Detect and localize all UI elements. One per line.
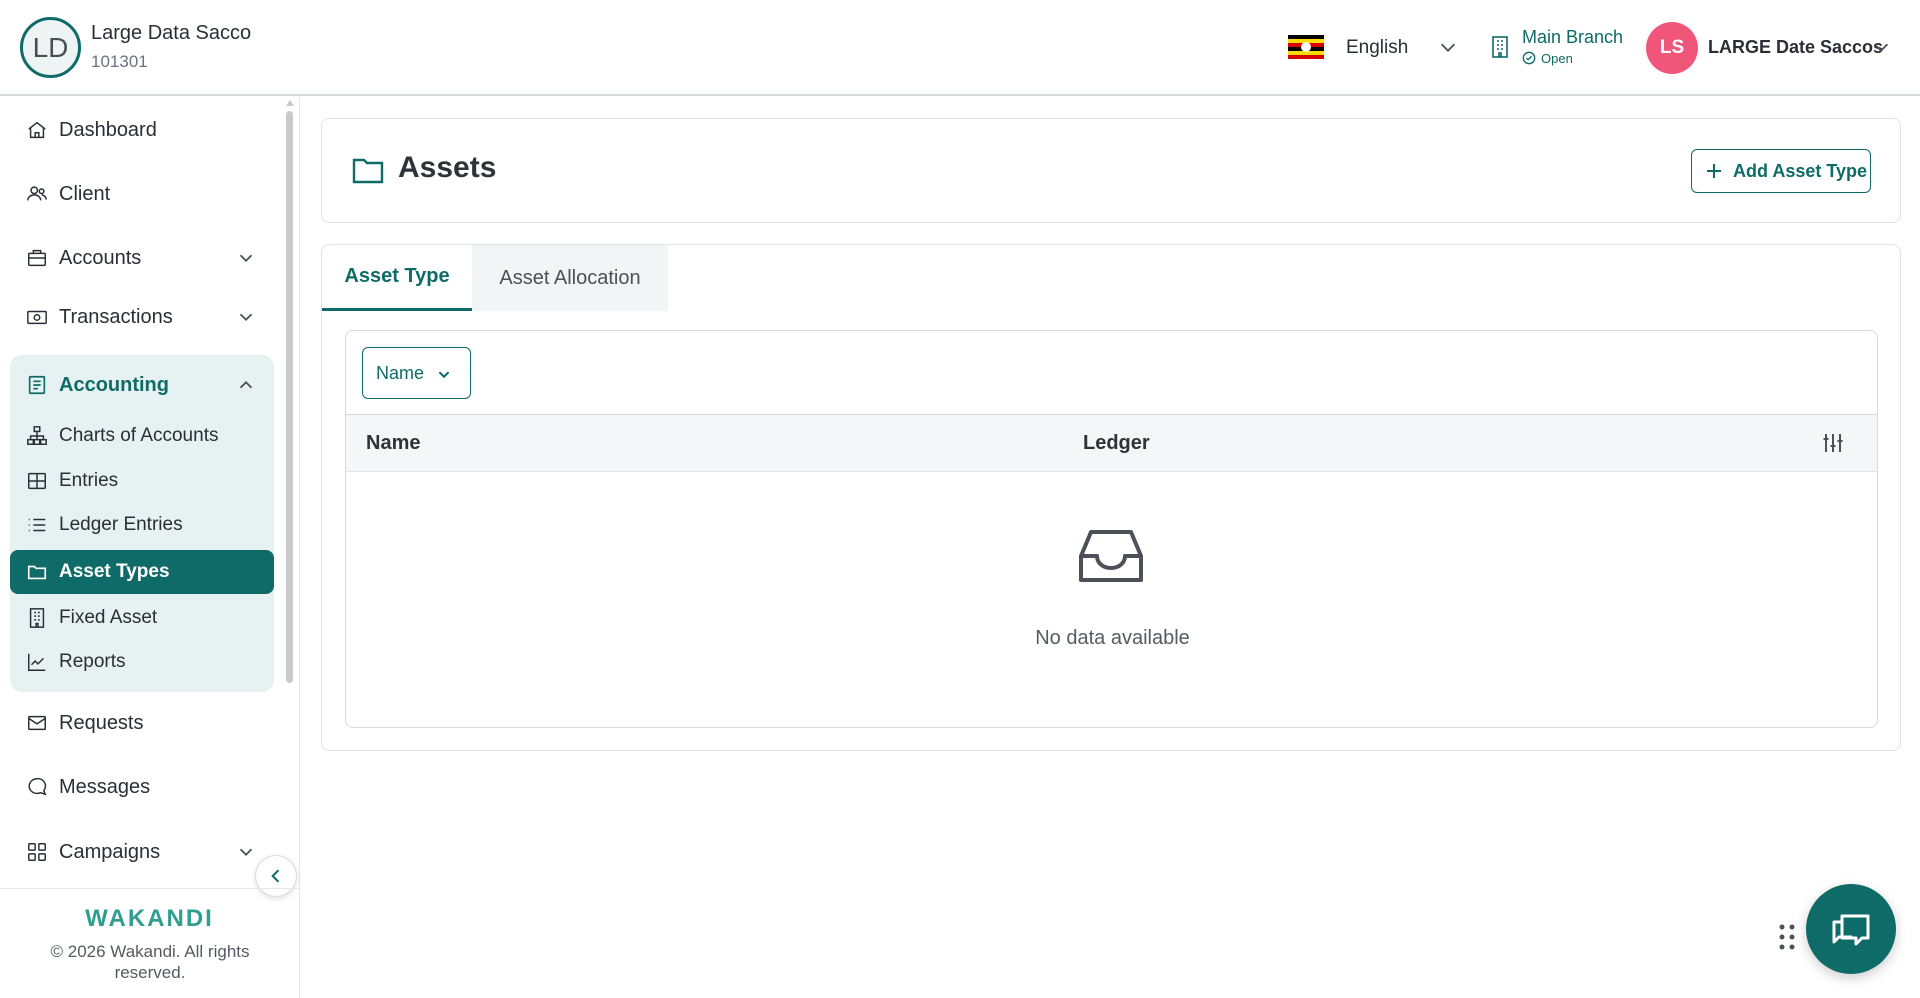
scroll-up-arrow[interactable] [286,100,294,106]
sidebar-subitem-asset-types[interactable]: Asset Types [10,550,274,594]
mail-icon [28,715,46,731]
chevron-left-icon [271,869,280,883]
sidebar-scrollbar[interactable] [286,111,293,683]
add-asset-type-button[interactable]: Add Asset Type [1691,149,1871,193]
chevron-down-icon[interactable] [1870,36,1892,58]
sidebar-item-label: Charts of Accounts [59,425,219,446]
sidebar-item-label: Asset Types [59,561,170,582]
list-icon [28,518,46,532]
plus-icon [1707,164,1721,178]
hierarchy-icon [27,426,47,445]
name-filter-dropdown[interactable]: Name [362,347,471,399]
user-name[interactable]: LARGE Date Saccos [1708,37,1883,58]
chat-bubble-icon [28,778,47,796]
chat-icon [1832,914,1870,946]
column-settings-icon[interactable] [1821,431,1845,455]
sidebar-item-requests[interactable]: Requests [10,701,274,745]
user-avatar[interactable]: LS [1646,22,1698,74]
drag-handle-icon[interactable] [1777,922,1797,952]
sidebar-item-label: Transactions [59,305,173,328]
column-header-ledger[interactable]: Ledger [1083,432,1150,455]
briefcase-icon [28,249,46,267]
add-asset-type-label: Add Asset Type [1733,161,1868,181]
sidebar-item-accounting[interactable]: Accounting [10,363,274,407]
sidebar-item-label: Accounts [59,246,142,269]
sidebar-item-label: Fixed Asset [59,607,158,628]
empty-state-text: No data available [1035,627,1190,649]
wakandi-logo: WAKANDI [85,905,214,932]
sidebar-item-campaigns[interactable]: Campaigns [10,830,274,874]
filter-bar: Name [345,330,1878,415]
sidebar: Dashboard Client Accounts Transactions A… [0,97,300,998]
sidebar-item-dashboard[interactable]: Dashboard [10,108,274,152]
building-icon [1492,36,1508,58]
sidebar-item-label: Reports [59,651,126,672]
org-code: 101301 [91,52,148,71]
sidebar-footer: WAKANDI © 2026 Wakandi. All rights reser… [0,888,299,998]
org-avatar[interactable]: LD [20,17,81,78]
branch-status: Open [1541,51,1573,66]
sidebar-item-label: Messages [59,775,151,798]
chevron-down-icon[interactable] [1437,36,1459,58]
sidebar-item-accounts[interactable]: Accounts [10,236,274,280]
building-icon [29,608,45,628]
ledger-book-icon [28,375,46,395]
tab-asset-type[interactable]: Asset Type [322,245,472,311]
chat-support-button[interactable] [1806,884,1896,974]
uganda-flag-icon[interactable] [1288,35,1324,59]
assets-content-card: Asset Type Asset Allocation Name Name Le… [321,244,1901,751]
chevron-down-icon [438,371,450,379]
branch-name[interactable]: Main Branch [1522,27,1623,48]
folder-icon [27,565,47,580]
top-header: LD Large Data Sacco 101301 English Main … [0,0,1920,96]
sidebar-subitem-fixed-asset[interactable]: Fixed Asset [10,596,274,640]
folder-icon [352,158,384,184]
chevron-up-icon [239,380,253,389]
sidebar-item-label: Entries [59,470,119,491]
check-circle-icon [1522,51,1536,65]
org-name: Large Data Sacco [91,22,252,44]
table-body: No data available [345,472,1878,728]
grid-icon [28,843,46,861]
sidebar-item-label: Accounting [59,373,169,396]
home-icon [28,121,46,139]
empty-inbox-icon [1079,530,1143,582]
page-title: Assets [398,151,497,184]
sidebar-subitem-charts-of-accounts[interactable]: Charts of Accounts [10,414,274,458]
sidebar-subitem-entries[interactable]: Entries [10,459,274,503]
chevron-down-icon [239,848,253,857]
sidebar-item-label: Dashboard [59,118,157,141]
column-header-name[interactable]: Name [366,432,420,455]
name-filter-label: Name [376,363,425,383]
users-icon [27,186,47,201]
chevron-down-icon [239,313,253,322]
language-selector[interactable]: English [1346,37,1408,59]
tab-asset-allocation[interactable]: Asset Allocation [472,245,668,311]
sidebar-item-label: Ledger Entries [59,514,183,535]
sidebar-item-messages[interactable]: Messages [10,765,274,809]
table-header: Name Ledger [345,415,1878,472]
copyright-text: © 2026 Wakandi. All rights reserved. [50,942,250,982]
sidebar-item-label: Requests [59,711,144,734]
sidebar-item-client[interactable]: Client [10,172,274,216]
sidebar-subitem-reports[interactable]: Reports [10,640,274,684]
sidebar-subitem-ledger-entries[interactable]: Ledger Entries [10,503,274,547]
sidebar-item-label: Client [59,182,111,205]
line-chart-icon [28,653,46,671]
page-header-card: Assets Add Asset Type [321,118,1901,223]
chevron-down-icon [239,254,253,263]
sidebar-item-label: Campaigns [59,840,161,863]
sidebar-item-transactions[interactable]: Transactions [10,295,274,339]
table-icon [28,472,46,490]
cash-icon [27,310,47,325]
